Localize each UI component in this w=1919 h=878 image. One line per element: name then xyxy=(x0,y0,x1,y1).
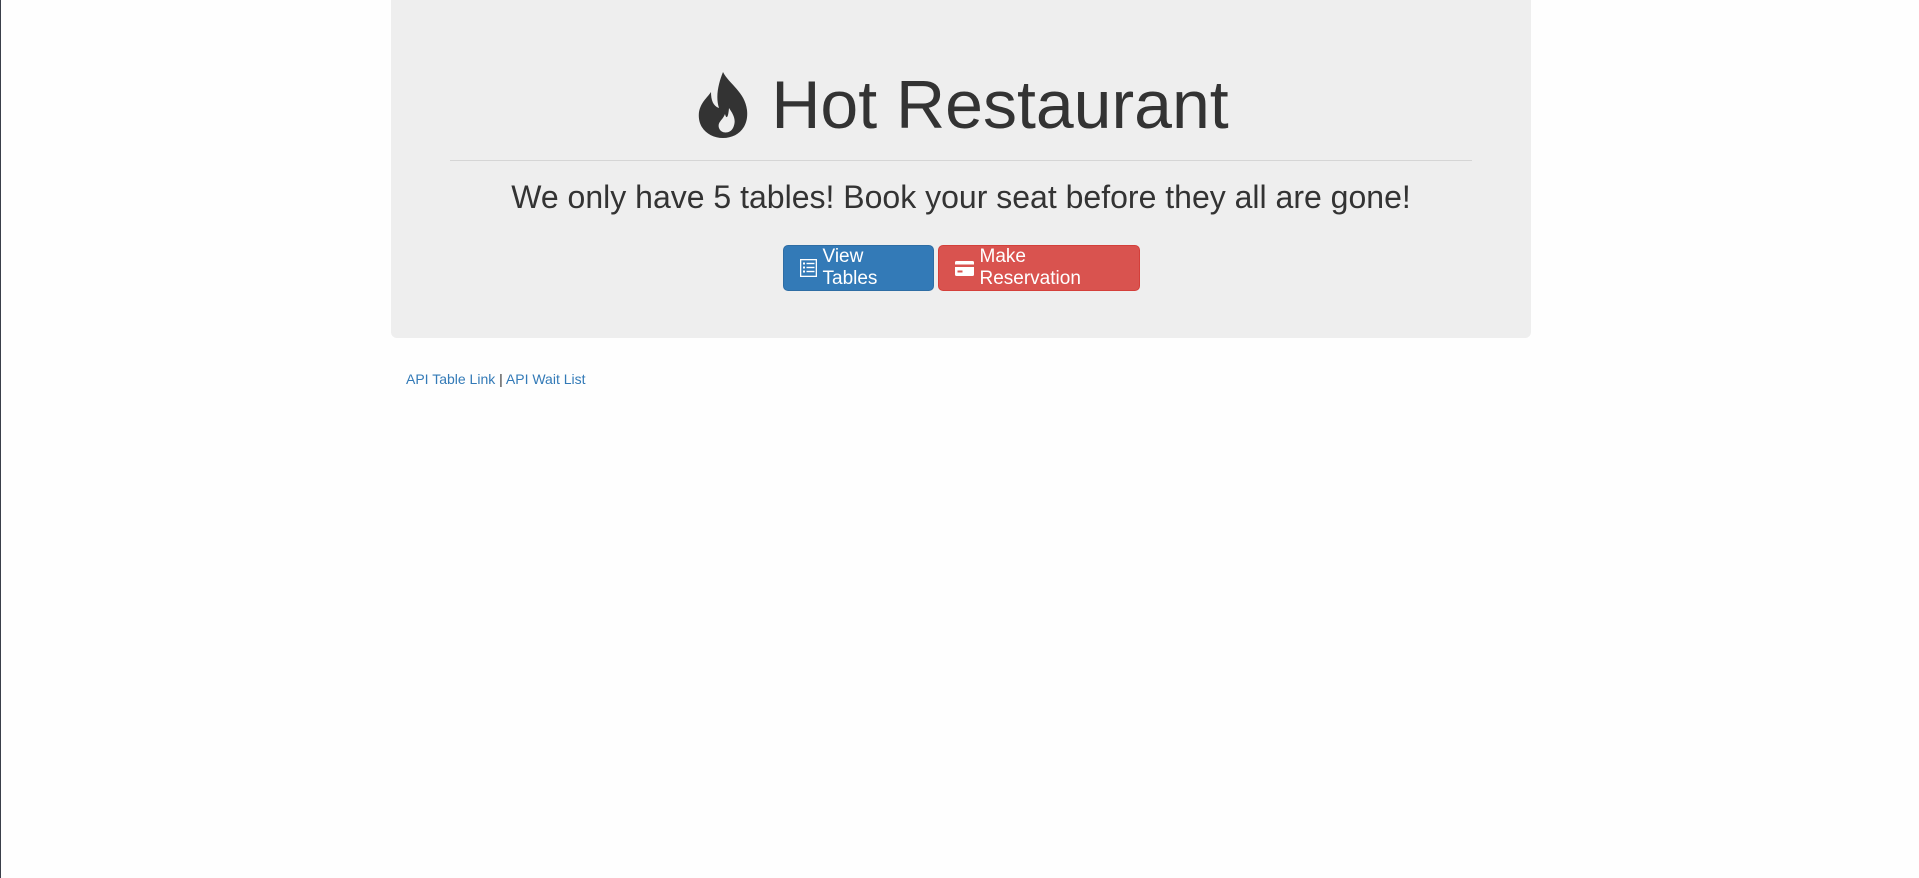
page-title-text: Hot Restaurant xyxy=(771,67,1229,143)
link-separator: | xyxy=(499,371,503,387)
action-buttons: View Tables Make Reservation xyxy=(391,245,1531,291)
view-tables-button[interactable]: View Tables xyxy=(782,245,934,291)
make-reservation-label: Make Reservation xyxy=(979,246,1081,289)
page-title: Hot Restaurant xyxy=(391,60,1531,150)
divider xyxy=(450,160,1472,161)
window-edge xyxy=(0,0,1,878)
page-subtitle: We only have 5 tables! Book your seat be… xyxy=(511,179,1411,215)
view-tables-label: View Tables xyxy=(822,246,878,289)
api-table-link[interactable]: API Table Link xyxy=(406,371,495,387)
footer-links: API Table Link | API Wait List xyxy=(406,370,586,388)
api-wait-list-link[interactable]: API Wait List xyxy=(506,371,586,387)
jumbotron: Hot Restaurant We only have 5 tables! Bo… xyxy=(391,0,1531,338)
make-reservation-button[interactable]: Make Reservation xyxy=(937,245,1140,291)
fire-icon xyxy=(693,70,753,140)
list-alt-icon xyxy=(799,259,817,277)
credit-card-icon xyxy=(954,260,974,276)
